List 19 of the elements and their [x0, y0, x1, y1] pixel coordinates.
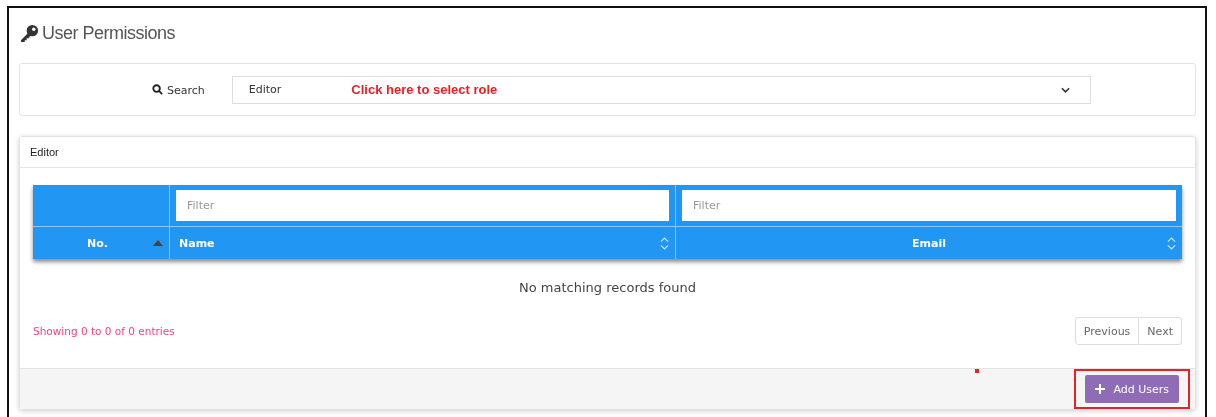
- pagination-button[interactable]: Previous: [1074, 317, 1140, 345]
- pagination-button[interactable]: Next: [1139, 317, 1182, 345]
- key-icon: [20, 23, 39, 43]
- column-header[interactable]: Email: [676, 227, 1182, 259]
- plus-icon: [1095, 384, 1106, 394]
- caret-icon: [1060, 86, 1070, 93]
- search-label: Search: [167, 84, 205, 97]
- column-header[interactable]: Name: [170, 227, 676, 259]
- filter-field[interactable]: Filter: [682, 190, 1176, 221]
- panel-title: Editor: [30, 146, 59, 158]
- hint-text: Click here to select role: [351, 82, 498, 97]
- column-header[interactable]: No.: [33, 227, 170, 259]
- empty-message: No matching records found: [518, 280, 697, 295]
- add-users-button[interactable]: Add Users: [1085, 375, 1179, 403]
- page-title: User Permissions: [42, 22, 176, 44]
- entries-info: Showing 0 to 0 of 0 entries: [33, 325, 175, 337]
- filter-field[interactable]: Filter: [176, 190, 669, 221]
- role-select[interactable]: Editor Click here to select role: [231, 75, 1091, 104]
- search-icon: [152, 84, 163, 95]
